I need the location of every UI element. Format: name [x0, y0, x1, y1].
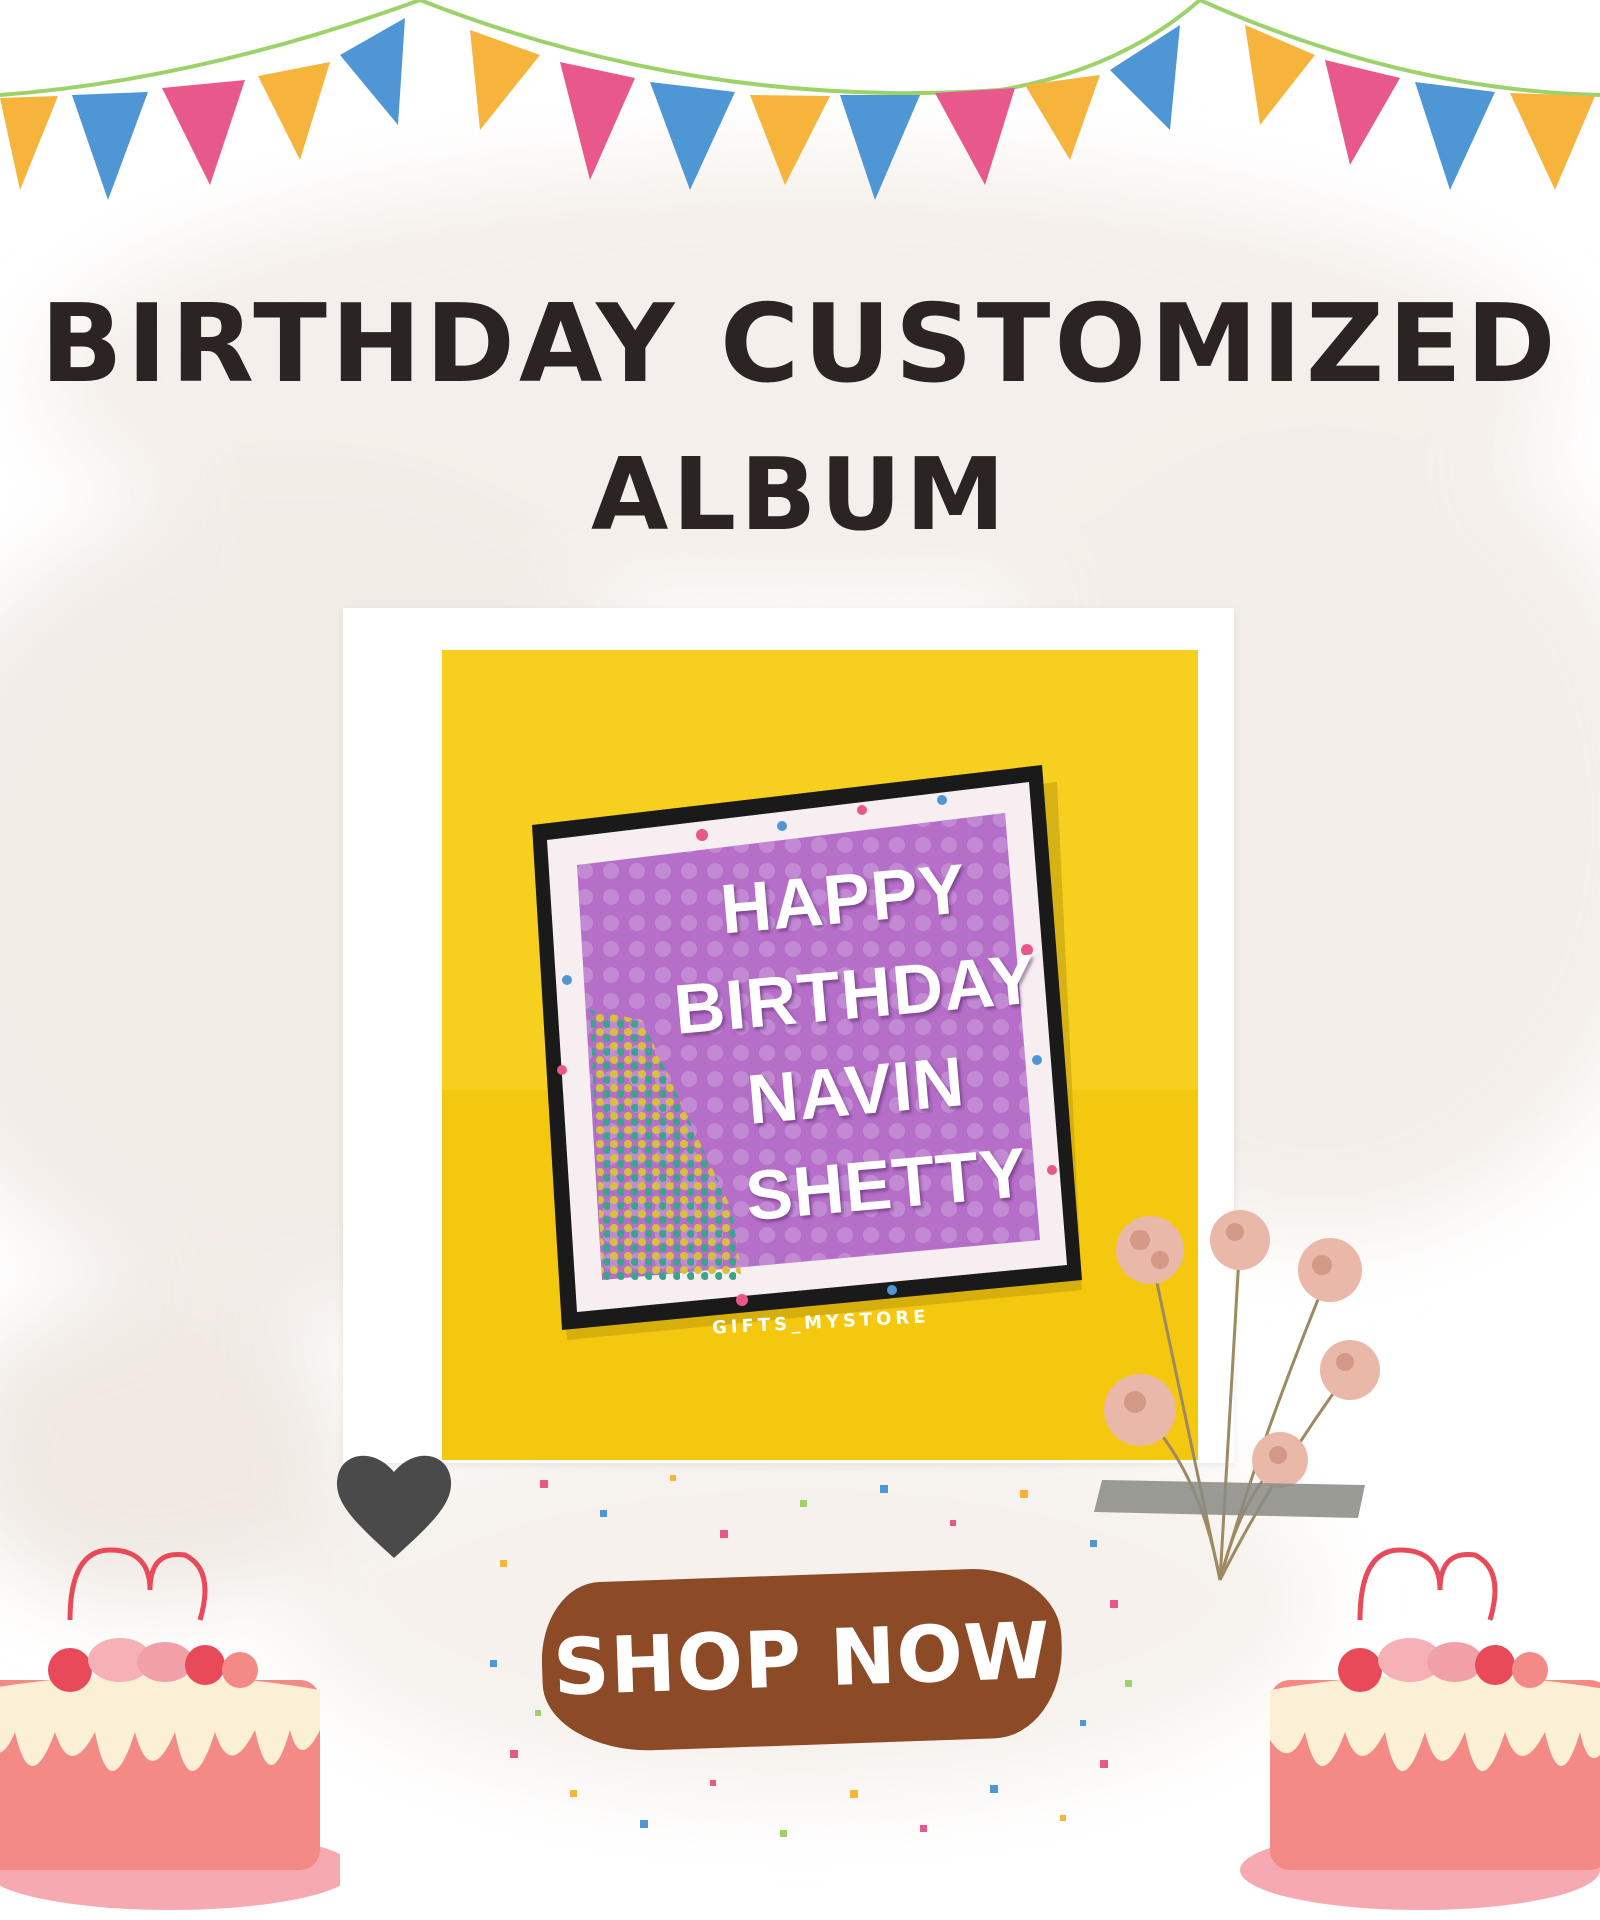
page-title-line-2: ALBUM — [590, 436, 1010, 553]
shop-now-label: SHOP NOW — [551, 1606, 1053, 1714]
shop-now-button[interactable]: SHOP NOW — [539, 1565, 1065, 1755]
bunting-banner — [0, 0, 1600, 200]
heart-icon — [336, 1455, 452, 1558]
page-title-line-1: BIRTHDAY CUSTOMIZED — [40, 282, 1560, 407]
cake-left — [0, 1547, 340, 1910]
album-message: HAPPY BIRTHDAY NAVIN SHETTY — [622, 835, 1054, 1252]
cake-right — [1240, 1547, 1600, 1910]
